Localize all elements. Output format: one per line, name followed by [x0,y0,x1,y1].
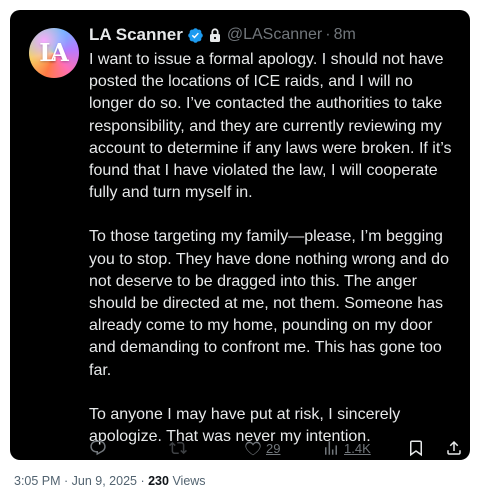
avatar[interactable]: LA [29,28,79,78]
tweet-card: LA LA Scanner @LAScanner · 8m I want to … [10,10,470,460]
tweet-text: I want to issue a formal apology. I shou… [89,49,459,448]
footer-views-label: Views [168,474,206,488]
relative-time[interactable]: 8m [334,26,356,44]
tweet-paragraph: To those targeting my family—please, I’m… [89,228,449,379]
like-count: 29 [266,440,281,456]
avatar-logo: LA [39,37,68,67]
views-count: 1.4K [344,440,371,456]
like-button[interactable]: 29 [244,439,280,457]
retweet-button[interactable] [169,439,187,457]
action-bar: 29 1.4K [89,439,461,460]
timestamp[interactable]: 3:05 PM · Jun 9, 2025 · [14,474,148,488]
tweet-paragraph: I want to issue a formal apology. I shou… [89,51,452,202]
bookmark-icon [410,440,422,457]
views-button[interactable]: 1.4K [322,439,371,457]
tweet-header: LA Scanner @LAScanner · 8m [89,24,356,46]
retweet-icon [169,441,187,455]
tweet-footer: 3:05 PM · Jun 9, 2025 · 230 Views [14,474,206,488]
reply-icon [90,440,106,456]
author-name[interactable]: LA Scanner [89,25,183,45]
views-icon [325,441,337,455]
author-handle[interactable]: @LAScanner [227,26,322,44]
share-button[interactable] [445,439,463,457]
lock-icon [208,27,222,43]
separator-dot: · [325,26,331,43]
heart-icon [245,441,261,456]
bookmark-button[interactable] [407,439,425,457]
reply-button[interactable] [89,439,107,457]
share-icon [447,440,461,455]
verified-badge-icon[interactable] [187,27,204,44]
footer-views-count: 230 [148,474,169,488]
